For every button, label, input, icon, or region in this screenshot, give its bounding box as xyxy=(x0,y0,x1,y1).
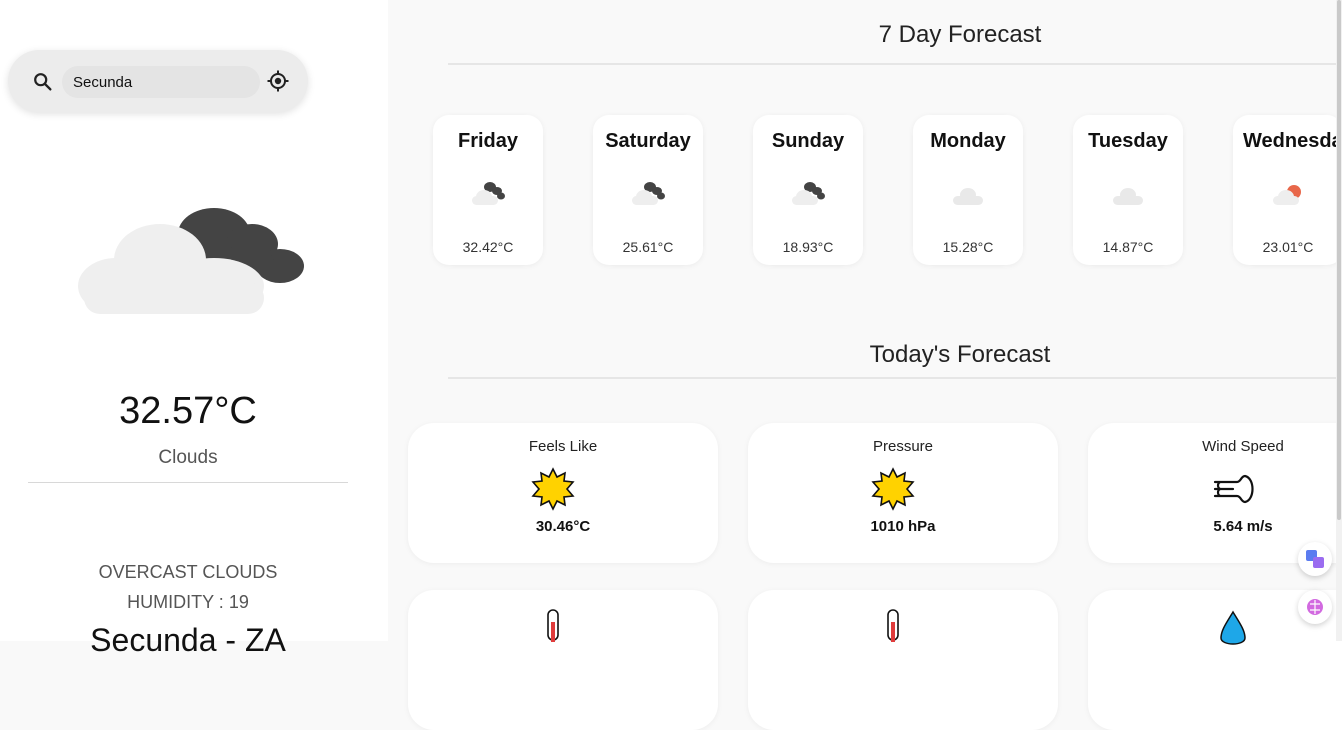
day-name: Friday xyxy=(457,130,519,152)
ai-assistant-button[interactable] xyxy=(1298,590,1332,624)
wind-speed-card: Wind Speed 5.64 m/s xyxy=(1088,423,1342,563)
pressure-card: Pressure 1010 hPa xyxy=(748,423,1058,563)
day-temperature: 18.93°C xyxy=(782,239,834,255)
brain-icon xyxy=(1307,599,1323,615)
card-label: Feels Like xyxy=(528,438,598,455)
broken-clouds-icon xyxy=(472,182,505,205)
thermometer-icon xyxy=(887,609,899,642)
forecast-day-card: Saturday 25.61°C xyxy=(593,115,703,265)
current-condition: Clouds xyxy=(158,447,218,468)
translate-button[interactable] xyxy=(1298,542,1332,576)
card-value: 30.46°C xyxy=(535,518,591,535)
divider xyxy=(448,63,1342,65)
broken-clouds-icon xyxy=(78,208,304,314)
forecast-day-card: Wednesday 23.01°C xyxy=(1233,115,1342,265)
day-name: Wednesday xyxy=(1243,130,1342,152)
forecast-day-card: Monday 15.28°C xyxy=(913,115,1023,265)
my-location-icon[interactable] xyxy=(266,69,290,93)
day-name: Saturday xyxy=(605,130,691,152)
cloud-icon xyxy=(953,188,983,205)
wind-icon xyxy=(1213,474,1254,504)
card-label: Pressure xyxy=(872,438,934,455)
search-bar xyxy=(8,50,308,112)
forecast-card xyxy=(408,590,718,730)
current-temperature: 32.57°C xyxy=(119,390,257,432)
day-temperature: 23.01°C xyxy=(1262,239,1314,255)
forecast-card xyxy=(748,590,1058,730)
feels-like-card: Feels Like 30.46°C xyxy=(408,423,718,563)
cloud-icon xyxy=(1113,188,1143,205)
sun-behind-cloud-icon xyxy=(1273,185,1301,205)
sun-icon xyxy=(871,467,915,511)
divider xyxy=(28,482,348,483)
card-value: 1010 hPa xyxy=(870,518,936,535)
search-icon[interactable] xyxy=(32,71,54,93)
day-temperature: 25.61°C xyxy=(622,239,674,255)
day-temperature: 14.87°C xyxy=(1102,239,1154,255)
humidity-text: HUMIDITY : 19 xyxy=(127,592,249,612)
broken-clouds-icon xyxy=(792,182,825,205)
day-temperature: 15.28°C xyxy=(942,239,994,255)
seven-day-forecast-title: 7 Day Forecast xyxy=(878,21,1042,48)
broken-clouds-icon xyxy=(632,182,665,205)
droplet-icon xyxy=(1220,610,1246,645)
todays-forecast-title: Today's Forecast xyxy=(869,341,1051,368)
scrollbar-thumb[interactable] xyxy=(1337,0,1341,520)
day-name: Sunday xyxy=(771,130,845,152)
day-name: Tuesday xyxy=(1088,130,1168,152)
sun-icon xyxy=(531,467,575,511)
card-value: 5.64 m/s xyxy=(1213,518,1273,535)
card-label: Wind Speed xyxy=(1202,438,1284,455)
weather-description: OVERCAST CLOUDS xyxy=(98,562,278,582)
thermometer-icon xyxy=(547,609,559,642)
forecast-day-card: Tuesday 14.87°C xyxy=(1073,115,1183,265)
divider xyxy=(448,377,1342,379)
forecast-day-card: Friday 32.42°C xyxy=(433,115,543,265)
forecast-day-card: Sunday 18.93°C xyxy=(753,115,863,265)
day-name: Monday xyxy=(930,130,1006,152)
day-temperature: 32.42°C xyxy=(462,239,514,255)
city-search-input[interactable] xyxy=(62,66,260,98)
current-weather-panel: 32.57°C Clouds OVERCAST CLOUDS HUMIDITY … xyxy=(0,0,388,658)
translate-icon xyxy=(1306,550,1324,568)
